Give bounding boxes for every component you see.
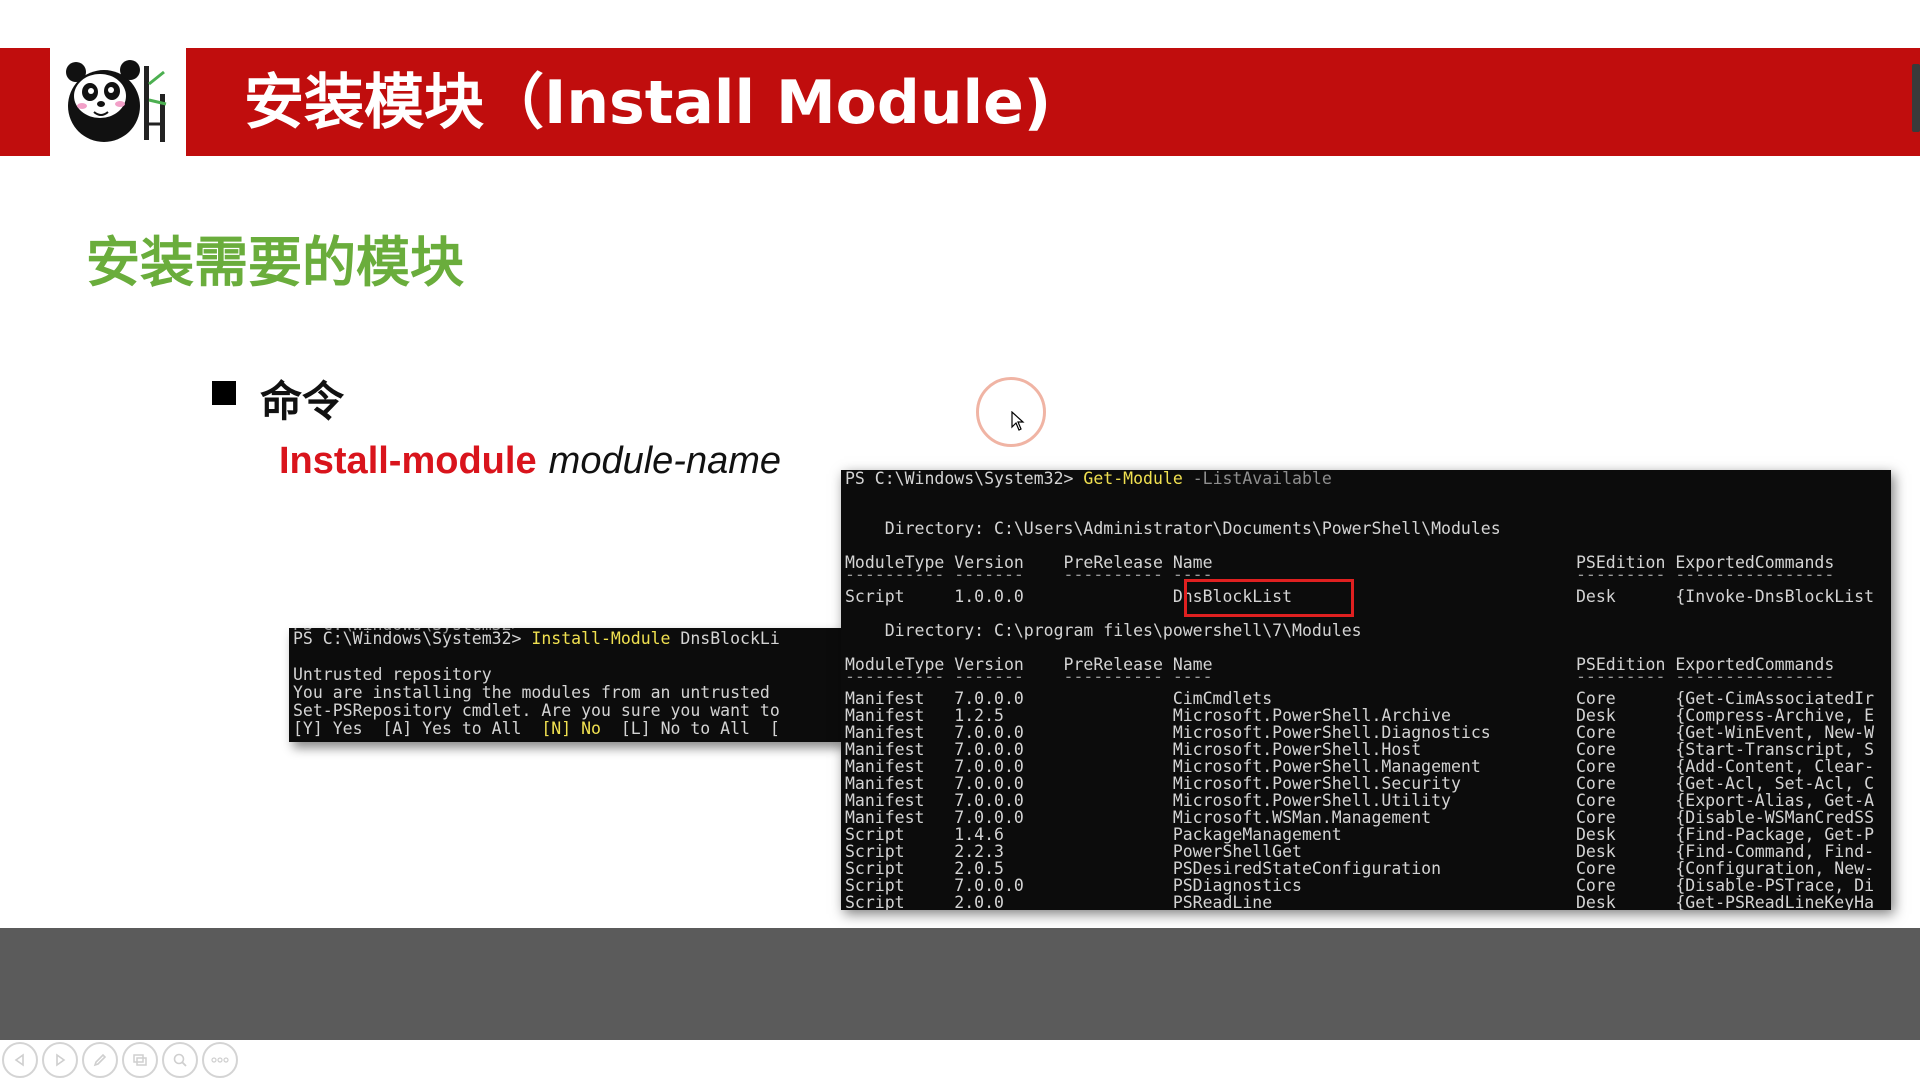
module-row: Script 2.0.0 PSReadLine (845, 893, 1273, 911)
slides-button[interactable] (122, 1042, 158, 1078)
scrollbar-handle[interactable] (1912, 64, 1920, 132)
install-module-terminal: PS C:\Windows\System32> PS C:\Windows\Sy… (289, 628, 842, 742)
previous-icon (14, 1053, 24, 1067)
command-argument: module-name (548, 440, 782, 482)
column-separator: --------- ---------------- (1576, 667, 1835, 686)
terminal-line: Set-PSRepository cmdlet. Are you sure yo… (293, 701, 780, 720)
bottom-band (0, 928, 1920, 1040)
slideshow-toolbar (2, 1042, 238, 1078)
bullet-label: 命令 (260, 377, 345, 426)
get-module-terminal: PS C:\Windows\System32> Get-Module -List… (841, 470, 1891, 910)
module-row: Desk {Invoke-DnsBlockList (1576, 587, 1875, 606)
mouse-pointer-icon (1011, 411, 1025, 431)
next-button[interactable] (42, 1042, 78, 1078)
next-icon (56, 1053, 66, 1067)
directory-line: Directory: C:\Users\Administrator\Docume… (845, 519, 1501, 538)
zoom-icon (173, 1053, 187, 1067)
cursor-highlight (976, 377, 1046, 447)
bullet-square-icon (212, 381, 236, 405)
terminal-prompt-line: PS C:\Windows\System32> Get-Module -List… (845, 470, 1332, 488)
previous-button[interactable] (2, 1042, 38, 1078)
highlight-box (1184, 579, 1354, 617)
pen-button[interactable] (82, 1042, 118, 1078)
more-icon (211, 1057, 229, 1063)
slides-icon (133, 1054, 147, 1066)
command-name: Install-module (279, 440, 537, 482)
panda-logo (50, 48, 186, 156)
column-separator: ---------- ------- ---------- ---- (845, 565, 1213, 584)
column-separator: --------- ---------------- (1576, 565, 1835, 584)
zoom-button[interactable] (162, 1042, 198, 1078)
terminal-line: Untrusted repository (293, 665, 492, 684)
column-separator: ---------- ------- ---------- ---- (845, 667, 1213, 686)
pen-icon (93, 1053, 107, 1067)
terminal-line: [Y] Yes [A] Yes to All [N] No [L] No to … (293, 719, 780, 738)
terminal-line: You are installing the modules from an u… (293, 683, 770, 702)
terminal-line: PS C:\Windows\System32> Install-Module D… (293, 629, 780, 648)
module-row-edition: Desk {Get-PSReadLineKeyHa (1576, 893, 1875, 911)
more-button[interactable] (202, 1042, 238, 1078)
command-syntax: Install-module module-name (279, 438, 781, 483)
slide-subtitle: 安装需要的模块 (86, 231, 464, 294)
directory-line: Directory: C:\program files\powershell\7… (845, 621, 1362, 640)
slide-title: 安装模块（Install Module) (244, 68, 1052, 138)
